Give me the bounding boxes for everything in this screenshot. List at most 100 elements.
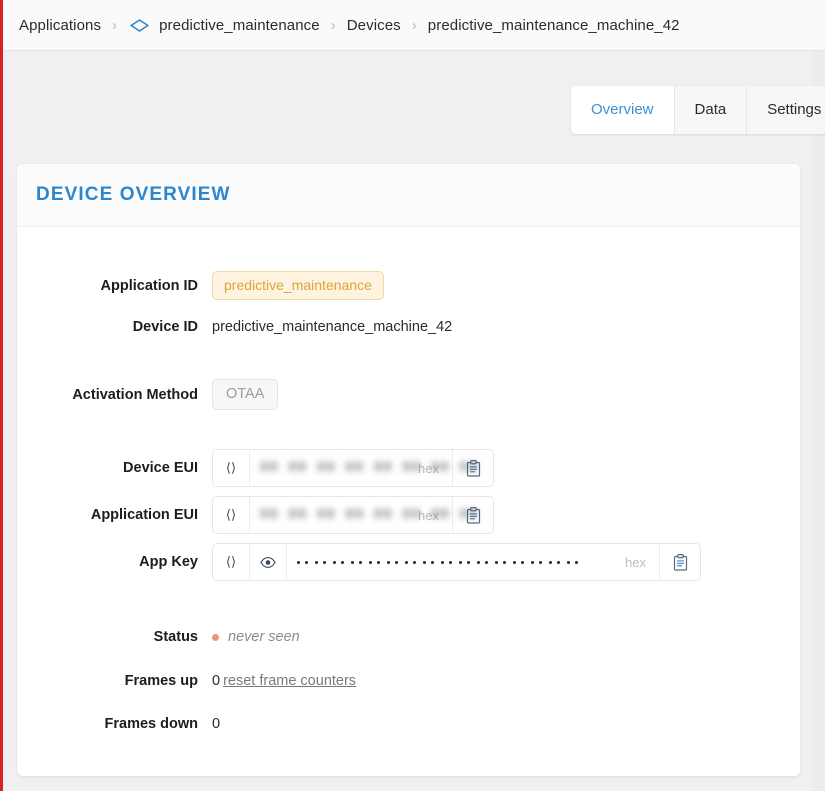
app-key-hex-label: hex xyxy=(617,544,660,580)
masked-char-dot xyxy=(315,560,318,564)
code-format-icon[interactable]: ⟨⟩ xyxy=(213,497,250,533)
card-header: DEVICE OVERVIEW xyxy=(17,164,800,227)
masked-char-dot xyxy=(502,560,506,564)
code-format-icon[interactable]: ⟨⟩ xyxy=(213,450,250,486)
masked-char-dot xyxy=(405,560,408,564)
masked-char-group xyxy=(405,560,416,564)
masked-char-dot xyxy=(520,560,524,564)
diamond-icon xyxy=(128,14,150,36)
masked-char-dot xyxy=(333,560,336,564)
masked-char-group xyxy=(513,560,524,564)
code-format-icon[interactable]: ⟨⟩ xyxy=(213,544,250,580)
row-app-key: App Key ⟨⟩ hex xyxy=(17,543,701,581)
activation-method-label: Activation Method xyxy=(72,386,198,403)
row-frames-down: Frames down 0 xyxy=(17,716,221,732)
masked-char-group xyxy=(369,560,380,564)
status-indicator-dot xyxy=(212,633,219,641)
row-device-eui: Device EUI ⟨⟩ 00 00 00 00 00 00 00 00 he… xyxy=(17,449,494,487)
masked-char-dot xyxy=(574,560,578,564)
breadcrumb-item-device: predictive_maintenance_machine_42 xyxy=(427,16,680,34)
app-key-field[interactable]: ⟨⟩ hex xyxy=(212,543,701,581)
application-eui-field[interactable]: ⟨⟩ 00 00 00 00 00 00 00 00 hex xyxy=(212,496,494,534)
app-key-label: App Key xyxy=(139,554,198,570)
page-content: Overview Data Settings DEVICE OVERVIEW A… xyxy=(3,51,825,791)
breadcrumb: Applications › predictive_maintenance › … xyxy=(0,0,825,51)
application-id-badge[interactable]: predictive_maintenance xyxy=(212,271,384,300)
masked-char-dot xyxy=(340,560,344,564)
masked-char-group xyxy=(477,560,488,564)
copy-icon[interactable] xyxy=(660,544,700,580)
application-eui-value-cell[interactable]: 00 00 00 00 00 00 00 00 xyxy=(250,497,477,533)
masked-char-dot xyxy=(495,560,498,564)
device-eui-value-cell[interactable]: 00 00 00 00 00 00 00 00 xyxy=(250,450,477,486)
masked-char-group xyxy=(495,560,506,564)
breadcrumb-item-applications[interactable]: Applications xyxy=(19,17,101,34)
masked-char-dot xyxy=(477,560,480,564)
device-eui-field[interactable]: ⟨⟩ 00 00 00 00 00 00 00 00 hex xyxy=(212,449,494,487)
application-eui-value: 00 00 00 00 00 00 00 00 xyxy=(260,507,479,523)
masked-char-group xyxy=(333,560,344,564)
device-eui-value: 00 00 00 00 00 00 00 00 xyxy=(260,460,479,476)
app-key-value-cell[interactable] xyxy=(287,544,617,580)
masked-char-group xyxy=(441,560,452,564)
masked-char-group xyxy=(297,560,308,564)
masked-char-dot xyxy=(531,560,534,564)
masked-char-group xyxy=(567,560,578,564)
row-application-id: Application ID predictive_maintenance xyxy=(17,271,384,300)
row-frames-up: Frames up 0 reset frame counters xyxy=(17,673,356,689)
masked-char-dot xyxy=(538,560,542,564)
masked-char-dot xyxy=(376,560,380,564)
masked-char-dot xyxy=(459,560,462,564)
masked-char-group xyxy=(315,560,326,564)
page-title: DEVICE OVERVIEW xyxy=(36,184,231,205)
device-id-value: predictive_maintenance_machine_42 xyxy=(212,319,453,335)
row-status: Status never seen xyxy=(17,629,300,645)
masked-char-dot xyxy=(448,560,452,564)
eye-icon[interactable] xyxy=(250,544,287,580)
masked-char-dot xyxy=(567,560,570,564)
masked-char-group xyxy=(423,560,434,564)
breadcrumb-item-application[interactable]: predictive_maintenance xyxy=(159,17,320,34)
tab-settings[interactable]: Settings xyxy=(747,86,825,134)
breadcrumb-separator: › xyxy=(330,16,336,34)
masked-char-dot xyxy=(387,560,390,564)
breadcrumb-separator: › xyxy=(112,16,118,34)
frames-down-label: Frames down xyxy=(104,716,198,732)
breadcrumb-item-devices[interactable]: Devices xyxy=(347,17,401,34)
app-key-masked-value xyxy=(297,560,607,564)
masked-char-dot xyxy=(556,560,560,564)
row-device-id: Device ID predictive_maintenance_machine… xyxy=(17,319,453,335)
application-id-label: Application ID xyxy=(100,277,198,294)
masked-char-dot xyxy=(394,560,398,564)
status-badge: never seen xyxy=(228,629,300,645)
application-eui-label: Application EUI xyxy=(90,507,198,523)
tab-overview[interactable]: Overview xyxy=(571,86,675,134)
reset-frame-counters-link[interactable]: reset frame counters xyxy=(223,673,356,689)
activation-method-badge[interactable]: OTAA xyxy=(212,379,279,410)
left-edge-accent-stripe xyxy=(0,51,3,791)
tab-bar: Overview Data Settings xyxy=(571,86,825,134)
masked-char-dot xyxy=(441,560,444,564)
breadcrumb-separator: › xyxy=(411,16,417,34)
masked-char-dot xyxy=(369,560,372,564)
device-eui-label: Device EUI xyxy=(123,460,198,476)
frames-up-value: 0 xyxy=(212,673,221,689)
frames-up-label: Frames up xyxy=(124,673,198,689)
masked-char-dot xyxy=(484,560,488,564)
right-edge-strip xyxy=(812,51,825,791)
masked-char-dot xyxy=(549,560,552,564)
tab-data[interactable]: Data xyxy=(674,86,748,134)
frames-down-value: 0 xyxy=(212,716,221,732)
device-id-label: Device ID xyxy=(132,319,198,335)
masked-char-dot xyxy=(466,560,470,564)
masked-char-group xyxy=(351,560,362,564)
masked-char-dot xyxy=(322,560,326,564)
masked-char-dot xyxy=(412,560,416,564)
masked-char-group xyxy=(459,560,470,564)
masked-char-dot xyxy=(423,560,426,564)
row-activation-method: Activation Method OTAA xyxy=(17,379,279,410)
masked-char-group xyxy=(531,560,542,564)
masked-char-dot xyxy=(297,560,300,564)
row-application-eui: Application EUI ⟨⟩ 00 00 00 00 00 00 00 … xyxy=(17,496,494,534)
masked-char-dot xyxy=(358,560,362,564)
